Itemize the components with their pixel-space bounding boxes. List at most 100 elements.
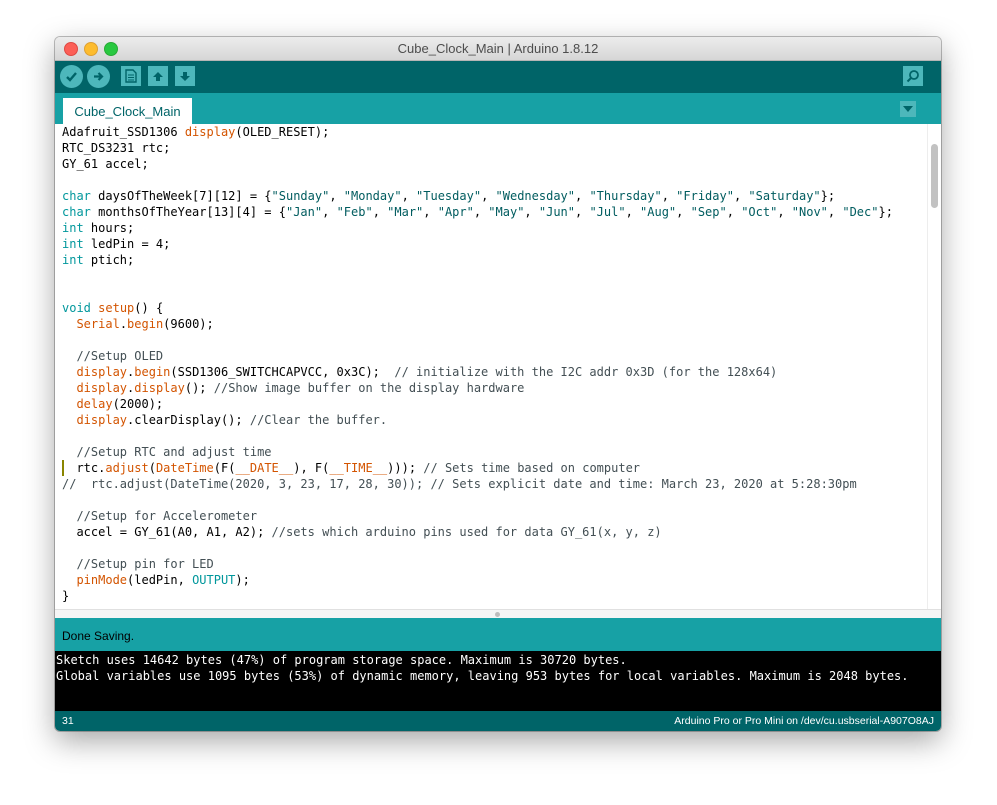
code-token: , [625,205,641,219]
magnifier-icon [906,70,919,83]
code-token: begin [127,317,164,331]
code-line[interactable]: display.display(); //Show image buffer o… [62,380,893,396]
code-line[interactable]: //Setup OLED [62,348,893,364]
serial-monitor-button[interactable] [903,66,923,86]
code-line[interactable] [62,284,893,300]
upload-button[interactable] [87,65,110,88]
code-token: ptich; [83,253,135,267]
code-token: , [322,205,337,219]
console-line: Sketch uses 14642 bytes (47%) of program… [56,653,627,667]
code-line[interactable]: RTC_DS3231 rtc; [62,140,893,156]
code-token: __TIME__ [329,461,388,475]
code-token: , [827,205,843,219]
code-line[interactable]: //Setup for Accelerometer [62,508,893,524]
code-token: (F( [213,461,236,475]
code-text[interactable]: Adafruit_SSD1306 display(OLED_RESET); RTC… [62,124,893,609]
code-token: "Aug" [640,205,677,219]
code-line[interactable]: //Setup RTC and adjust time [62,444,893,460]
code-line[interactable]: // rtc.adjust(DateTime(2020, 3, 23, 17, … [62,476,893,492]
code-line[interactable] [62,268,893,284]
window-title: Cube_Clock_Main | Arduino 1.8.12 [397,41,599,56]
code-token: display [76,413,128,427]
code-token: (ledPin, [127,573,193,587]
code-line[interactable]: delay(2000); [62,396,893,412]
code-token: delay [76,397,113,411]
code-token: int [62,221,84,235]
code-line[interactable] [62,172,893,188]
code-token: ledPin = 4; [83,237,171,251]
new-sketch-button[interactable] [121,66,141,86]
code-line[interactable]: int hours; [62,220,893,236]
code-token: , [401,189,417,203]
code-token: //Setup RTC and adjust time [62,445,272,459]
code-editor[interactable]: Adafruit_SSD1306 display(OLED_RESET); RTC… [55,124,941,609]
code-token: RTC_DS3231 rtc; [62,141,171,155]
code-line[interactable]: GY_61 accel; [62,156,893,172]
code-line[interactable]: //Setup pin for LED [62,556,893,572]
code-token: , [481,189,496,203]
code-token: "Feb" [336,205,373,219]
code-token: display [76,365,128,379]
open-sketch-button[interactable] [148,66,168,86]
code-token: //Setup pin for LED [62,557,214,571]
code-token: }; [820,189,836,203]
code-line[interactable]: accel = GY_61(A0, A1, A2); //sets which … [62,524,893,540]
code-line[interactable]: char daysOfTheWeek[7][12] = {"Sunday", "… [62,188,893,204]
code-token: adjust [105,461,149,475]
code-line[interactable]: int ptich; [62,252,893,268]
footer-bar: 31 Arduino Pro or Pro Mini on /dev/cu.us… [55,711,941,731]
code-line[interactable]: } [62,588,893,604]
code-line[interactable]: void setup() { [62,300,893,316]
code-line[interactable]: display.clearDisplay(); //Clear the buff… [62,412,893,428]
triangle-down-icon [903,106,913,112]
code-line[interactable] [62,428,893,444]
code-token: "Jun" [538,205,575,219]
code-line[interactable]: rtc.adjust(DateTime(F(__DATE__), F(__TIM… [62,460,893,476]
code-token: Serial [76,317,120,331]
code-token: (2000); [112,397,164,411]
code-token: , [473,205,489,219]
code-token: //Setup for Accelerometer [62,509,258,523]
code-line[interactable]: char monthsOfTheYear[13][4] = {"Jan", "F… [62,204,893,220]
code-token: "Monday" [343,189,402,203]
code-token: "Friday" [676,189,734,203]
tab-menu-button[interactable] [900,101,916,117]
code-token: setup [98,301,135,315]
scrollbar-thumb[interactable] [931,144,938,208]
checkmark-icon [66,72,77,82]
code-token: . [119,317,128,331]
code-token: display [76,381,128,395]
code-token: "Jul" [589,205,626,219]
code-line[interactable] [62,332,893,348]
code-line[interactable]: pinMode(ledPin, OUTPUT); [62,572,893,588]
code-token: } [62,589,70,603]
console-output[interactable]: Sketch uses 14642 bytes (47%) of program… [55,651,941,711]
code-token: (SSD1306_SWITCHCAPVCC, 0x3C); [170,365,395,379]
editor-vertical-scrollbar[interactable] [927,124,941,609]
code-token: begin [134,365,171,379]
code-token: void [62,301,91,315]
code-token: ); [235,573,250,587]
code-line[interactable] [62,540,893,556]
code-token: pinMode [76,573,128,587]
code-line[interactable]: display.begin(SSD1306_SWITCHCAPVCC, 0x3C… [62,364,893,380]
code-token: "Oct" [741,205,778,219]
code-line[interactable] [62,492,893,508]
code-token: char [62,205,91,219]
code-line[interactable]: int ledPin = 4; [62,236,893,252]
code-token: , [524,205,539,219]
code-token: //Clear the buffer. [249,413,388,427]
save-sketch-button[interactable] [175,66,195,86]
code-line[interactable]: Serial.begin(9600); [62,316,893,332]
code-line[interactable]: Adafruit_SSD1306 display(OLED_RESET); [62,124,893,140]
verify-button[interactable] [60,65,83,88]
code-token: "Saturday" [748,189,821,203]
tab-cube-clock-main[interactable]: Cube_Clock_Main [63,98,192,124]
code-token: accel = GY_61(A0, A1, A2); [62,525,272,539]
code-token: display [184,125,236,139]
code-token: GY_61 accel; [62,157,149,171]
code-token: //sets which arduino pins used for data … [271,525,662,539]
